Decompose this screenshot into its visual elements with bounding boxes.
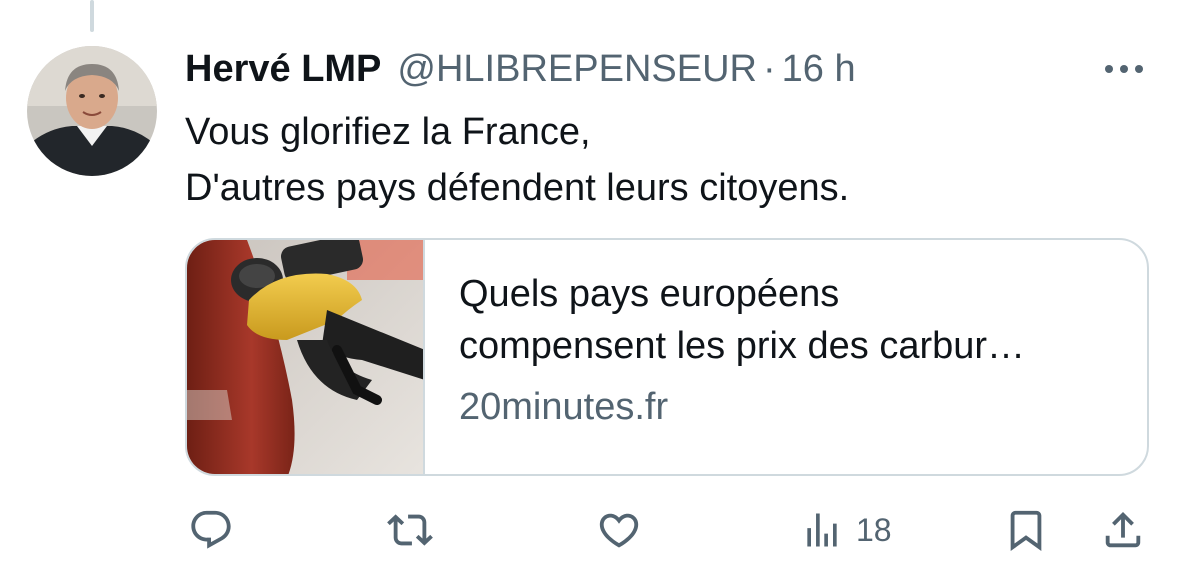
bookmark-icon	[1010, 510, 1042, 551]
tweet-actions-bar: 18	[0, 505, 1179, 555]
tweet-header: Hervé LMP @HLIBREPENSEUR · 16 h	[185, 44, 856, 94]
reply-button[interactable]	[188, 505, 234, 555]
views-icon	[807, 513, 837, 547]
link-card-domain: 20minutes.fr	[459, 386, 669, 428]
share-icon	[1105, 511, 1141, 548]
link-card-body: Quels pays européens compensent les prix…	[425, 240, 1147, 474]
share-button[interactable]	[1100, 505, 1146, 555]
avatar[interactable]	[27, 46, 157, 176]
author-name[interactable]: Hervé LMP	[185, 48, 381, 91]
like-icon	[599, 513, 639, 548]
views-count: 18	[856, 511, 892, 548]
thread-connector-line	[90, 0, 94, 32]
tweet-text-line: Vous glorifiez la France,	[185, 111, 591, 153]
retweet-button[interactable]	[386, 505, 434, 555]
link-card-title-line: compensent les prix des carbur…	[459, 325, 1026, 367]
views-button[interactable]: 18	[800, 505, 892, 555]
tweet-text-line: D'autres pays défendent leurs citoyens.	[185, 167, 850, 209]
link-card-thumbnail	[187, 240, 425, 474]
retweet-icon	[387, 514, 433, 546]
reply-icon	[191, 510, 231, 549]
bookmark-button[interactable]	[1003, 505, 1049, 555]
author-handle[interactable]: @HLIBREPENSEUR	[397, 48, 757, 91]
tweet-text: Vous glorifiez la France, D'autres pays …	[185, 104, 1145, 216]
timestamp[interactable]: 16 h	[782, 48, 856, 91]
separator-dot: ·	[762, 47, 776, 90]
link-card-title-line: Quels pays européens	[459, 273, 840, 315]
more-options-button[interactable]	[1100, 54, 1148, 84]
link-preview-card[interactable]: Quels pays européens compensent les prix…	[185, 238, 1149, 476]
more-horizontal-icon	[1105, 65, 1143, 73]
link-card-title: Quels pays européens compensent les prix…	[459, 268, 1119, 372]
like-button[interactable]	[595, 505, 643, 555]
